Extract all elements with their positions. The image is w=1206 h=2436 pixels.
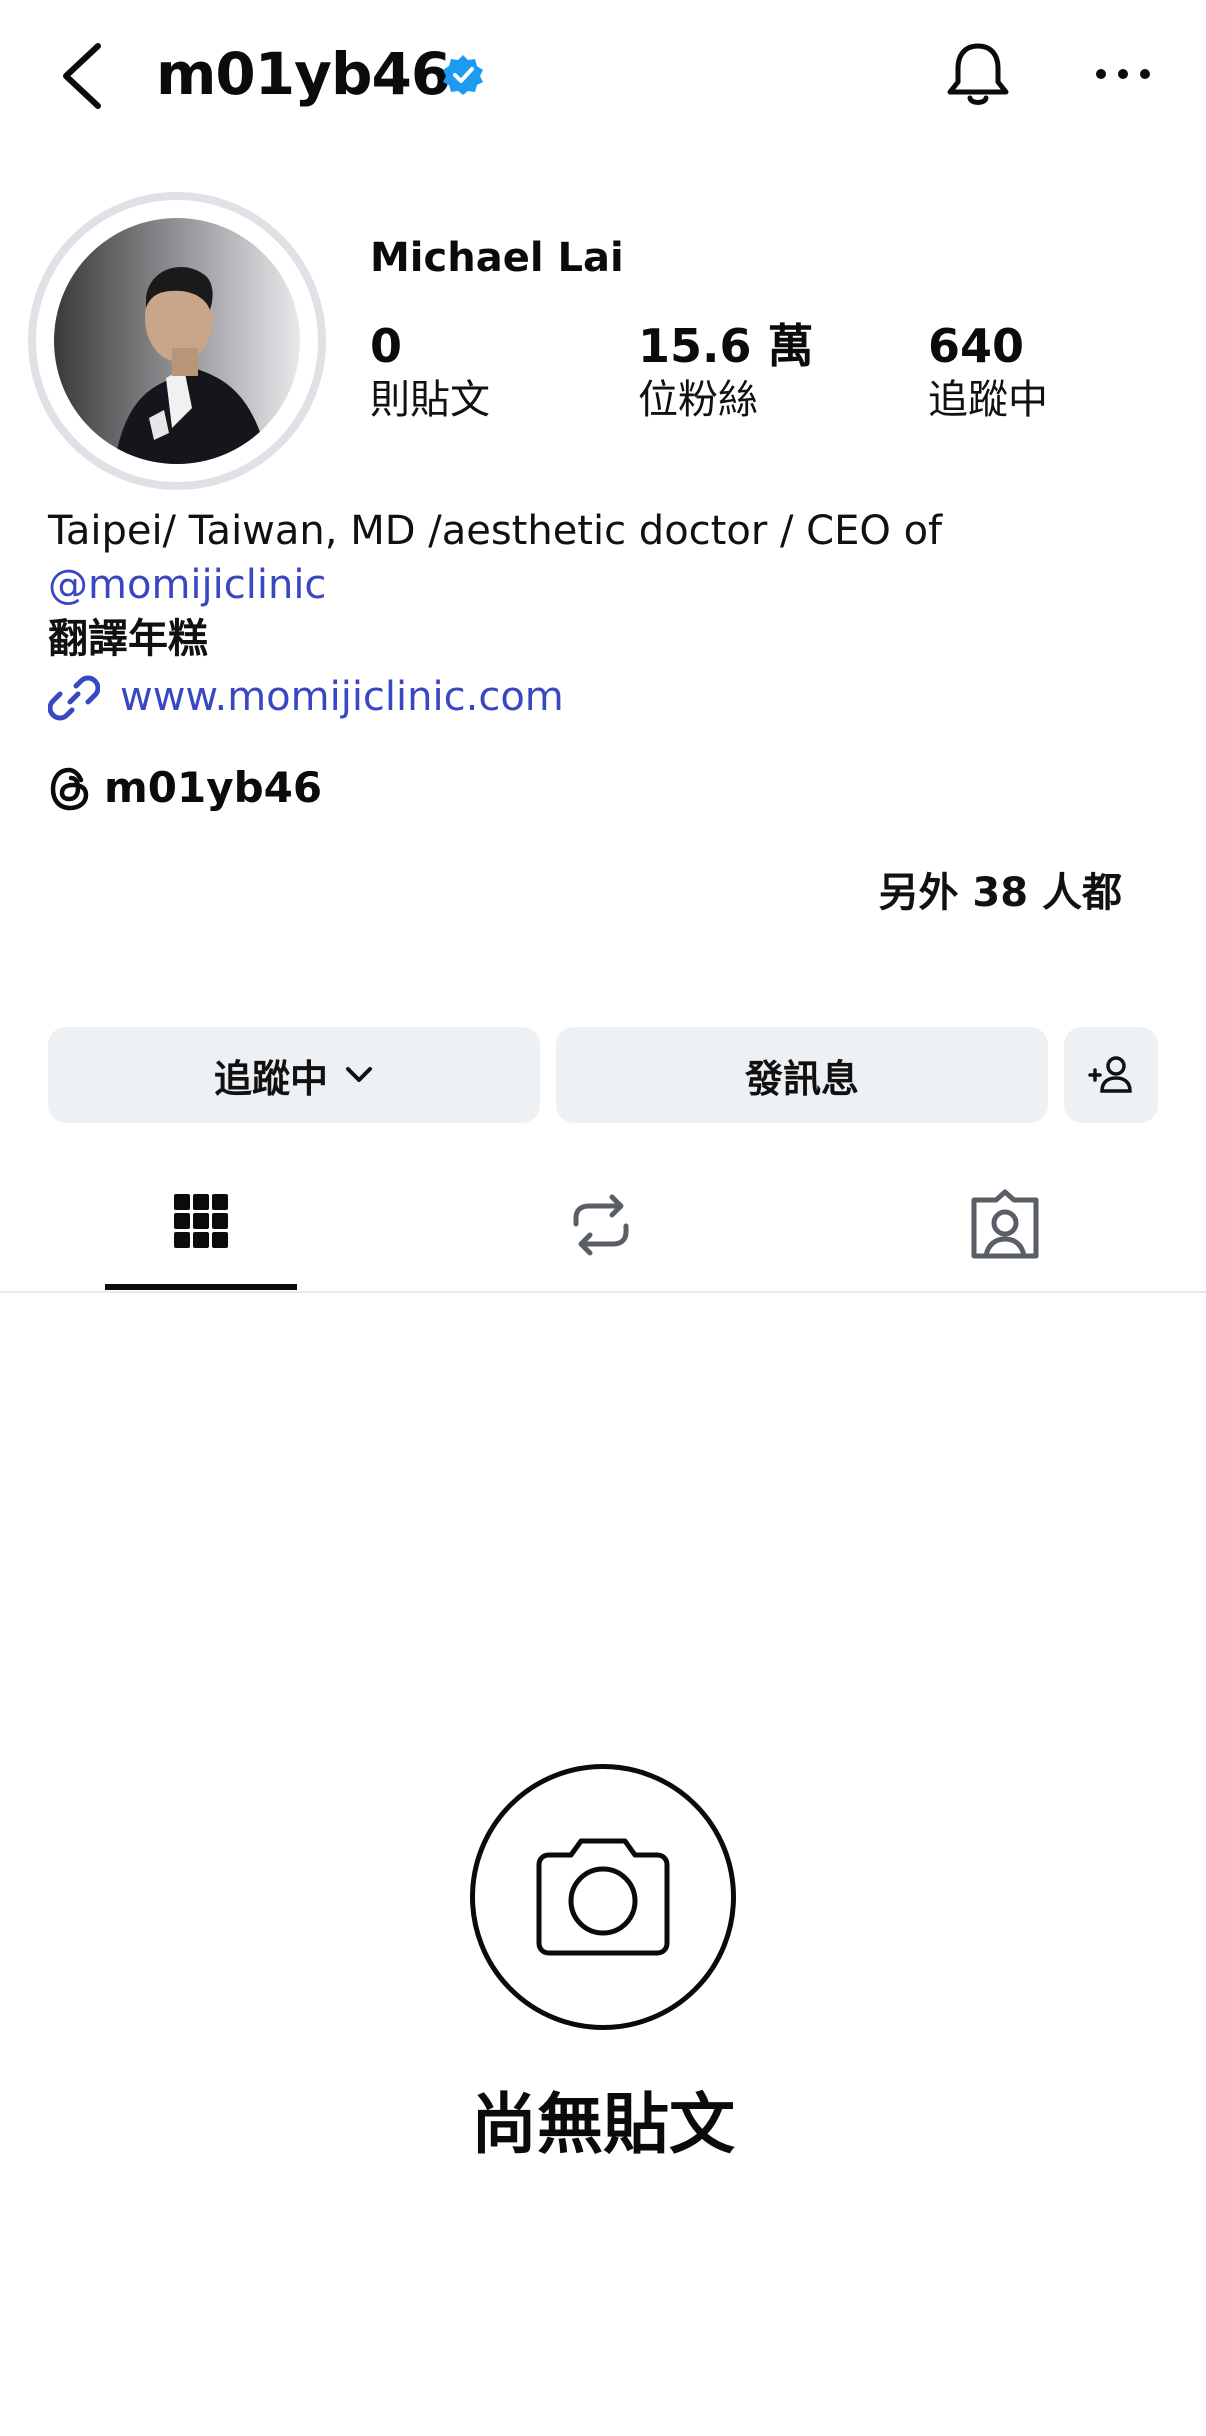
profile-full-name: Michael Lai	[370, 235, 624, 281]
stat-followers-count: 15.6 萬	[638, 319, 814, 373]
stat-posts-label: 則貼文	[370, 377, 490, 423]
empty-state-text: 尚無貼文	[471, 2086, 735, 2163]
threads-handle-link[interactable]: m01yb46	[104, 760, 322, 816]
threads-icon	[50, 767, 89, 811]
stat-followers[interactable]: 15.6 萬 位粉絲	[638, 318, 814, 426]
stat-following[interactable]: 640 追蹤中	[928, 318, 1048, 426]
stat-followers-label: 位粉絲	[638, 377, 758, 423]
following-button[interactable]: 追蹤中	[48, 1027, 540, 1123]
profile-username: m01yb46	[156, 40, 451, 108]
active-tab-indicator	[105, 1284, 297, 1290]
mutual-followers-text[interactable]: 另外 38 人都	[878, 866, 1122, 920]
chevron-left-icon	[63, 43, 101, 109]
tagged-person-icon	[971, 1189, 1039, 1259]
bell-icon	[947, 43, 1009, 105]
grid-icon	[174, 1194, 228, 1248]
tabs-divider	[0, 1291, 1206, 1293]
more-options-button[interactable]	[1092, 56, 1154, 92]
tab-posts[interactable]	[156, 1180, 246, 1270]
camera-icon	[536, 1838, 670, 1956]
message-button-label: 發訊息	[744, 1056, 859, 1101]
repost-icon	[573, 1194, 629, 1256]
bio-translation[interactable]: 翻譯年糕	[48, 612, 208, 666]
bio-text: Taipei/ Taiwan, MD /aesthetic doctor / C…	[48, 508, 943, 554]
following-button-label: 追蹤中	[213, 1056, 328, 1101]
stat-posts[interactable]: 0 則貼文	[370, 318, 490, 426]
empty-state-circle	[470, 1764, 736, 2030]
add-friend-button[interactable]	[1064, 1027, 1158, 1123]
chevron-down-icon	[346, 1067, 372, 1082]
avatar-photo	[54, 218, 300, 464]
bio-mention-link[interactable]: @momijiclinic	[48, 558, 326, 612]
tab-tagged[interactable]	[960, 1180, 1050, 1270]
stat-following-count: 640	[928, 319, 1025, 373]
avatar[interactable]	[54, 218, 300, 464]
back-button[interactable]	[52, 36, 112, 116]
top-bar: m01yb46	[0, 0, 1206, 150]
stat-following-label: 追蹤中	[928, 377, 1048, 423]
verified-badge-icon	[443, 55, 483, 95]
avatar-ring[interactable]	[28, 192, 326, 490]
link-icon	[48, 675, 100, 721]
more-horizontal-icon	[1096, 69, 1150, 79]
stat-posts-count: 0	[370, 319, 403, 373]
notifications-button[interactable]	[940, 36, 1016, 112]
message-button[interactable]: 發訊息	[556, 1027, 1048, 1123]
tab-reposts[interactable]	[556, 1180, 646, 1270]
add-person-icon	[1088, 1056, 1132, 1093]
website-link[interactable]: www.momijiclinic.com	[120, 670, 564, 724]
